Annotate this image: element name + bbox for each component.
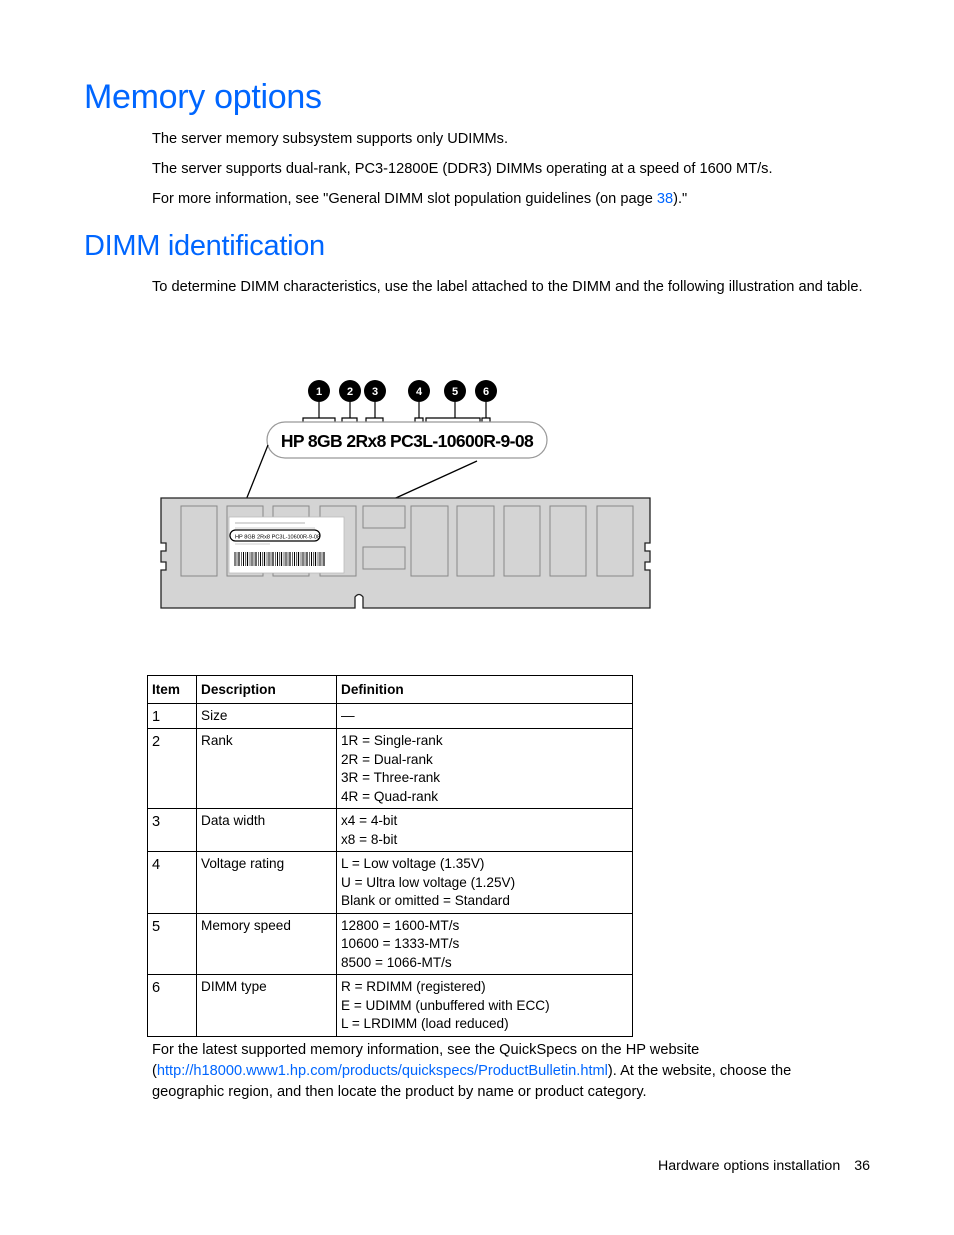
table-row: 6 DIMM type R = RDIMM (registered) E = UDIM…: [147, 974, 633, 1037]
table-row: 5 Memory speed 12800 = 1600-MT/s 10600 = 13…: [147, 912, 633, 975]
paragraph-dimm-intro: To determine DIMM characteristics, use t…: [152, 279, 863, 295]
cell-item: 4: [147, 851, 197, 914]
cell-definition: x4 = 4-bit x8 = 8-bit: [336, 808, 633, 852]
more-info-suffix: ).": [673, 191, 688, 207]
definition-line: x8 = 8-bit: [341, 831, 398, 847]
svg-text:1: 1: [316, 386, 322, 398]
cell-item: 6: [147, 974, 197, 1037]
cell-item: 5: [147, 912, 197, 975]
definition-line: 4R = Quad-rank: [341, 788, 439, 804]
svg-text:6: 6: [483, 386, 489, 398]
svg-text:3: 3: [372, 386, 378, 398]
cell-description: Memory speed: [196, 912, 337, 975]
cell-definition: —: [336, 702, 633, 729]
callout-markers: 1 2 3 4 5 6: [308, 380, 497, 402]
definition-line: 12800 = 1600-MT/s: [341, 917, 460, 933]
cell-item: 2: [147, 728, 197, 809]
callout-2: 2: [339, 380, 361, 402]
cell-description: Size: [196, 702, 337, 729]
table-row: 2 Rank 1R = Single-rank 2R = Dual-rank 3R = …: [147, 728, 633, 809]
paragraph-dual-rank: The server supports dual-rank, PC3-12800…: [152, 161, 773, 177]
cell-item: 3: [147, 808, 197, 852]
table-row: 3 Data width x4 = 4-bit x8 = 8-bit: [147, 808, 633, 852]
page-title: Memory options: [84, 78, 322, 116]
closing-paragraph: For the latest supported memory informat…: [152, 1040, 791, 1103]
definition-line: x4 = 4-bit: [341, 813, 398, 828]
definition-line: 2R = Dual-rank: [341, 751, 433, 767]
cell-description: Voltage rating: [196, 851, 337, 914]
definition-line: —: [341, 707, 355, 723]
cell-description: Rank: [196, 728, 337, 809]
header-description: Description: [196, 675, 337, 704]
svg-text:4: 4: [416, 386, 423, 398]
table-header-row: Item Description Definition: [147, 675, 633, 704]
definition-line: R = RDIMM (registered): [341, 979, 486, 994]
quickspecs-link[interactable]: http://h18000.www1.hp.com/products/quick…: [157, 1063, 608, 1079]
cell-description: Data width: [196, 808, 337, 852]
definition-line: 8500 = 1066-MT/s: [341, 954, 452, 970]
dimm-sticker: HP 8GB 2Rx8 PC3L-10600R-9-08: [228, 516, 345, 574]
closing-line-1: For the latest supported memory informat…: [152, 1042, 700, 1058]
callout-1: 1: [308, 380, 330, 402]
callout-4: 4: [408, 380, 430, 402]
paragraph-udimm: The server memory subsystem supports onl…: [152, 131, 509, 147]
page-38-link[interactable]: 38: [657, 191, 673, 207]
more-info-prefix: For more information, see "General DIMM …: [152, 191, 657, 207]
dimm-illustration: 1 2 3 4 5 6 HP 8GB 2Rx8 PC3L-10600R-9-08: [160, 380, 651, 609]
page-footer: Hardware options installation 36: [658, 1158, 870, 1174]
cell-description: DIMM type: [196, 974, 337, 1037]
definition-line: 10600 = 1333-MT/s: [341, 936, 460, 951]
callout-5: 5: [444, 380, 466, 402]
definition-line: E = UDIMM (unbuffered with ECC): [341, 997, 550, 1013]
closing-line-3: geographic region, and then locate the p…: [152, 1084, 647, 1100]
enlarged-label-text: HP 8GB 2Rx8 PC3L-10600R-9-08: [281, 431, 534, 451]
cell-definition: 1R = Single-rank 2R = Dual-rank 3R = Three…: [336, 728, 633, 809]
paragraph-more-info: For more information, see "General DIMM …: [152, 189, 687, 210]
definition-line: 3R = Three-rank: [341, 770, 441, 785]
definition-line: L = LRDIMM (load reduced): [341, 1016, 509, 1031]
cell-item: 1: [147, 702, 197, 729]
table-row: 1 Size —: [147, 702, 633, 729]
header-item: Item: [147, 675, 197, 704]
definition-line: U = Ultra low voltage (1.25V): [341, 874, 516, 890]
cell-definition: 12800 = 1600-MT/s 10600 = 1333-MT/s 8500 =…: [336, 912, 633, 975]
svg-text:5: 5: [452, 386, 458, 398]
section-title-dimm-identification: DIMM identification: [84, 230, 325, 262]
callout-6: 6: [475, 380, 497, 402]
definition-line: 1R = Single-rank: [341, 733, 443, 748]
callout-3: 3: [364, 380, 386, 402]
definition-line: Blank or omitted = Standard: [341, 893, 510, 908]
header-definition: Definition: [336, 675, 633, 704]
closing-after-url: ). At the website, choose the: [607, 1063, 792, 1079]
svg-text:2: 2: [347, 386, 353, 398]
cell-definition: L = Low voltage (1.35V) U = Ultra low vol…: [336, 851, 633, 914]
sticker-label-text: HP 8GB 2Rx8 PC3L-10600R-9-08: [235, 535, 320, 541]
table-row: 4 Voltage rating L = Low voltage (1.35V) U …: [147, 851, 633, 914]
cell-definition: R = RDIMM (registered) E = UDIMM (unbuffe…: [336, 974, 633, 1037]
footer-section-title: Hardware options installation: [658, 1158, 841, 1174]
dimm-identification-table: Item Description Definition 1 Size —2 Rank 1…: [147, 675, 633, 1037]
page-number: 36: [854, 1158, 870, 1174]
definition-line: L = Low voltage (1.35V): [341, 856, 485, 871]
